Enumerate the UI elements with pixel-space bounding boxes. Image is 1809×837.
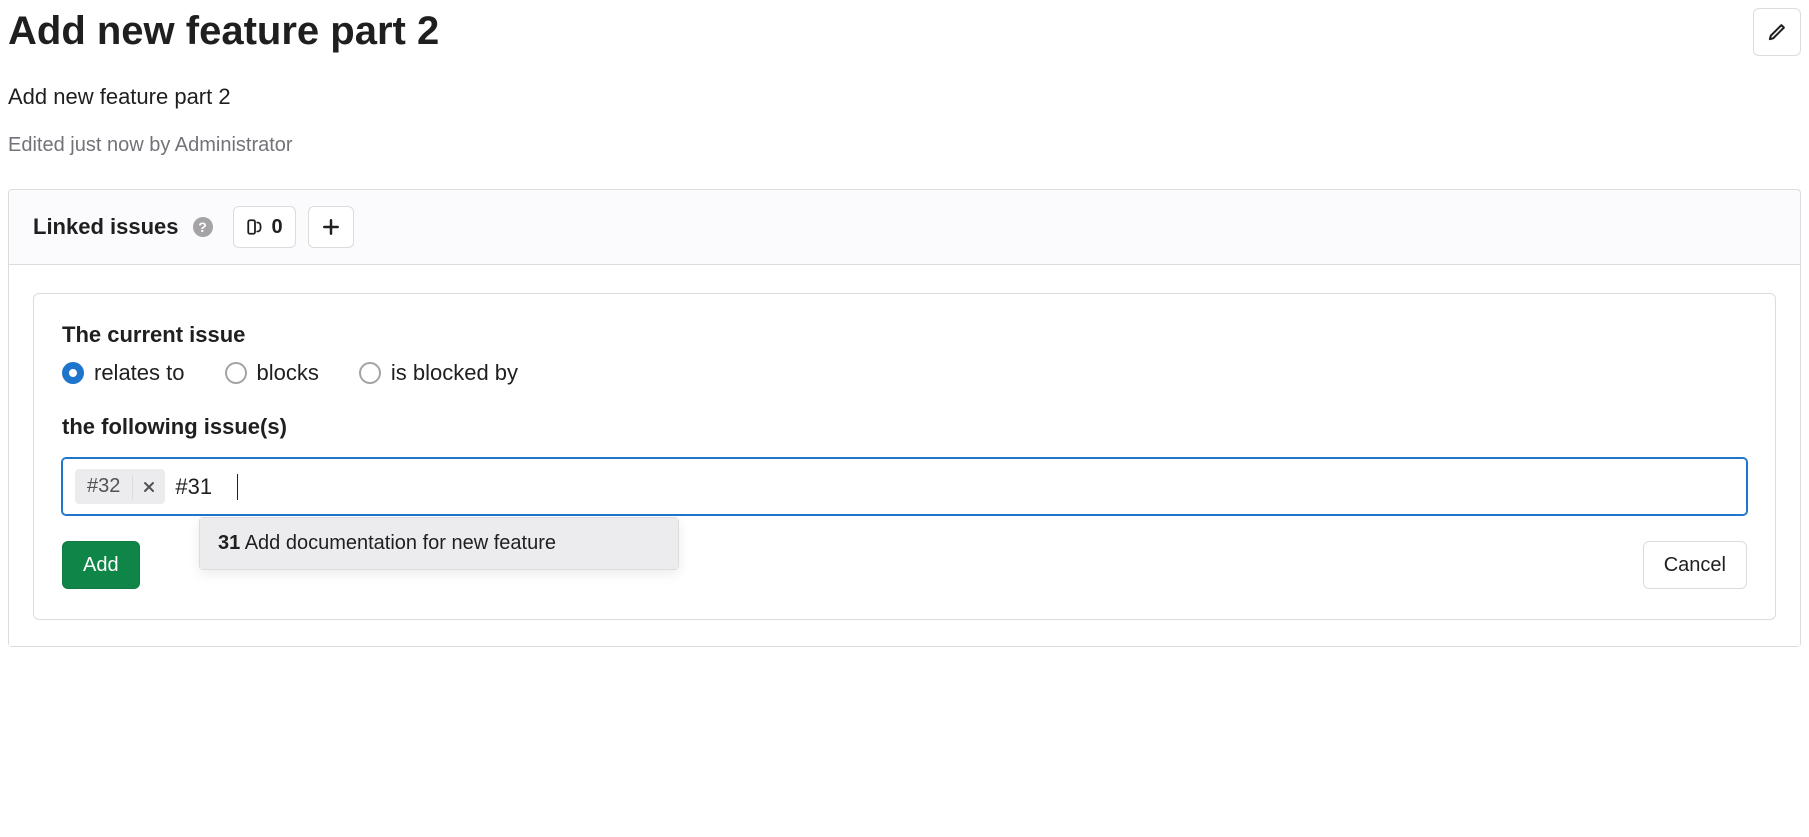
linked-count-value: 0 xyxy=(272,216,283,239)
suggestion-title: Add documentation for new feature xyxy=(245,532,556,554)
help-icon[interactable]: ? xyxy=(193,217,213,237)
issue-suggestions-dropdown: 31 Add documentation for new feature xyxy=(199,517,679,570)
linked-issues-title: Linked issues xyxy=(33,214,179,240)
edited-meta: Edited just now by Administrator xyxy=(8,134,1801,157)
link-form-heading: The current issue xyxy=(62,322,1747,348)
radio-indicator xyxy=(359,362,381,384)
pencil-icon xyxy=(1767,22,1787,42)
link-form-container: The current issue relates to blocks is b… xyxy=(9,264,1800,646)
suggestion-number: 31 xyxy=(218,532,240,554)
suggestion-item[interactable]: 31 Add documentation for new feature xyxy=(200,518,678,569)
issue-description: Add new feature part 2 xyxy=(8,84,1801,110)
radio-is-blocked-by[interactable]: is blocked by xyxy=(359,360,518,386)
issue-token: #32 xyxy=(75,469,165,504)
add-button[interactable]: Add xyxy=(62,541,140,589)
issue-token-input[interactable]: #32 31 Add documentation for new feature xyxy=(62,458,1747,515)
token-text: #32 xyxy=(75,469,132,504)
linked-issues-panel: Linked issues ? 0 The current issue xyxy=(8,189,1801,647)
radio-label: blocks xyxy=(257,360,319,386)
linked-issues-header: Linked issues ? 0 xyxy=(9,190,1800,264)
radio-indicator xyxy=(225,362,247,384)
relationship-radio-group: relates to blocks is blocked by xyxy=(62,360,1747,386)
radio-relates-to[interactable]: relates to xyxy=(62,360,185,386)
cancel-button[interactable]: Cancel xyxy=(1643,541,1747,589)
radio-label: is blocked by xyxy=(391,360,518,386)
issue-title: Add new feature part 2 xyxy=(8,8,439,54)
radio-label: relates to xyxy=(94,360,185,386)
radio-indicator xyxy=(62,362,84,384)
radio-blocks[interactable]: blocks xyxy=(225,360,319,386)
add-linked-issue-button[interactable] xyxy=(308,206,354,248)
issue-icon xyxy=(246,218,264,236)
remove-token-button[interactable] xyxy=(132,475,165,499)
text-caret xyxy=(237,474,238,500)
following-issues-label: the following issue(s) xyxy=(62,414,1747,440)
linked-issues-count[interactable]: 0 xyxy=(233,206,296,248)
edit-title-button[interactable] xyxy=(1753,8,1801,56)
issue-search-input[interactable] xyxy=(175,474,235,500)
plus-icon xyxy=(322,218,340,236)
link-form-card: The current issue relates to blocks is b… xyxy=(33,293,1776,620)
